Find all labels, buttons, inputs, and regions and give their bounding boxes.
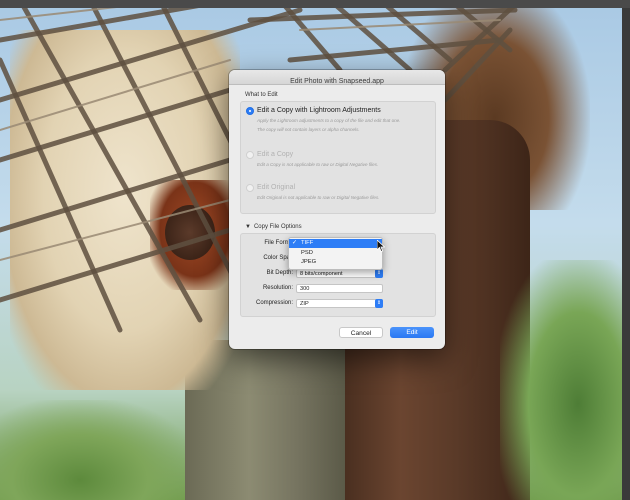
compression-select[interactable]: ZIP ⇕: [296, 299, 383, 308]
menu-item-tiff[interactable]: ✓ TIFF: [289, 239, 382, 248]
option-description: Edit a Copy is not applicable to raw or …: [257, 162, 379, 167]
compression-label: Compression:: [255, 300, 293, 306]
disclosure-triangle-icon[interactable]: ▼: [245, 224, 251, 230]
select-stepper-icon[interactable]: ⇕: [375, 299, 383, 308]
resolution-input[interactable]: 300: [296, 284, 383, 293]
window-border-right: [622, 0, 630, 500]
menu-item-label: JPEG: [301, 259, 317, 265]
cancel-button[interactable]: Cancel: [339, 327, 383, 338]
option-label: Edit a Copy with Lightroom Adjustments: [257, 107, 381, 114]
checkmark-icon: ✓: [292, 240, 297, 246]
option-label: Edit a Copy: [257, 151, 294, 158]
resolution-label: Resolution:: [262, 285, 293, 291]
copy-file-options-toggle[interactable]: ▼ Copy File Options: [245, 224, 302, 230]
mouse-pointer-icon: [377, 240, 385, 252]
menu-item-label: TIFF: [301, 240, 314, 246]
edit-photo-dialog: Edit Photo with Snapseed.app What to Edi…: [229, 70, 445, 349]
option-description: Apply the Lightroom adjustments to a cop…: [257, 118, 401, 123]
file-format-dropdown-menu: ✓ TIFF PSD JPEG: [288, 237, 383, 270]
file-format-label: File Forma: [264, 240, 293, 246]
what-to-edit-label: What to Edit: [245, 92, 278, 98]
radio-disabled-icon[interactable]: [246, 151, 254, 159]
select-stepper-icon[interactable]: ⇕: [375, 269, 383, 278]
bit-depth-value: 8 bits/component: [300, 271, 343, 277]
copy-file-options-label: Copy File Options: [253, 224, 302, 230]
menu-item-jpeg[interactable]: JPEG: [289, 258, 382, 267]
window-border-top: [0, 0, 630, 8]
dialog-title: Edit Photo with Snapseed.app: [290, 78, 384, 85]
bit-depth-label: Bit Depth:: [266, 270, 293, 276]
option-description: Edit Original is not applicable to raw o…: [257, 195, 380, 200]
menu-item-label: PSD: [301, 250, 313, 256]
resolution-value: 300: [300, 286, 310, 292]
radio-selected-icon[interactable]: [246, 107, 254, 115]
color-space-label: Color Spac: [263, 255, 293, 261]
bit-depth-select[interactable]: 8 bits/component ⇕: [296, 269, 383, 278]
compression-value: ZIP: [300, 301, 309, 307]
dialog-titlebar: Edit Photo with Snapseed.app: [229, 70, 445, 85]
menu-item-psd[interactable]: PSD: [289, 249, 382, 258]
edit-button[interactable]: Edit: [390, 327, 434, 338]
what-to-edit-group: Edit a Copy with Lightroom Adjustments A…: [240, 101, 436, 214]
option-label: Edit Original: [257, 184, 296, 191]
radio-disabled-icon[interactable]: [246, 184, 254, 192]
option-description: The copy will not contain layers or alph…: [257, 127, 360, 132]
